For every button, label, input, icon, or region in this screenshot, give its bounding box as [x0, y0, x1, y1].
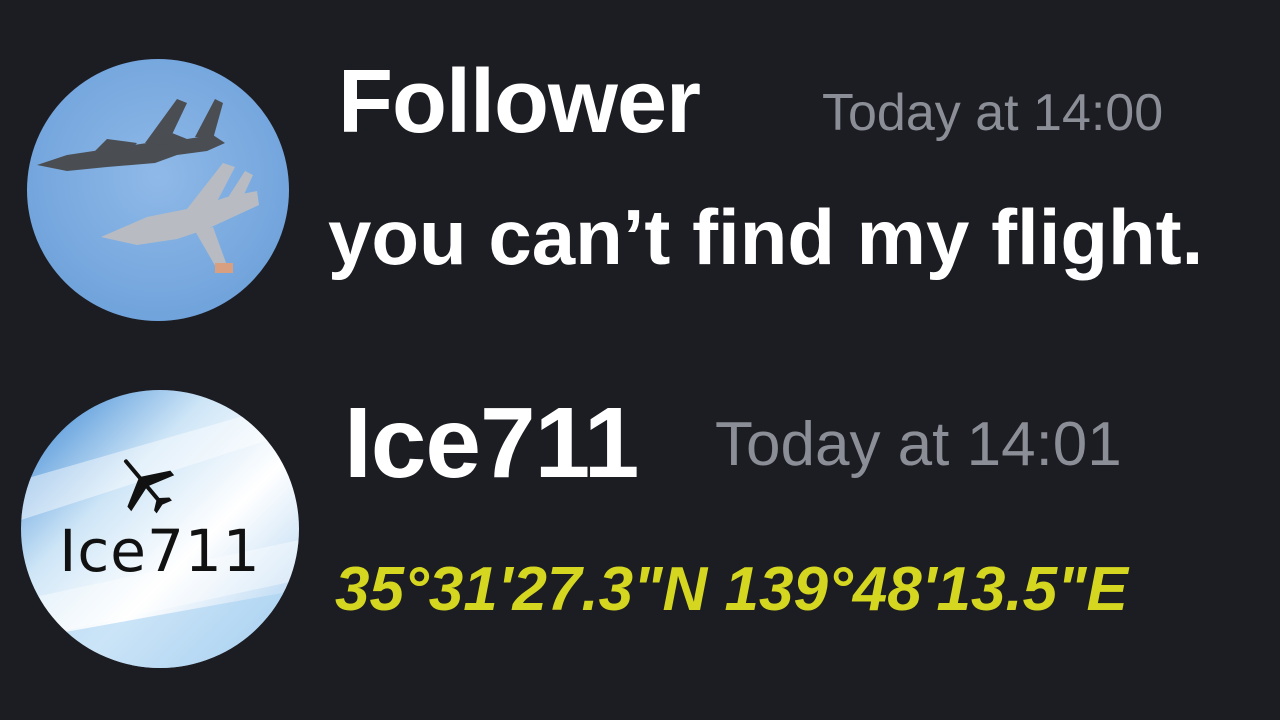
chat-message: Follower Today at 14:00 you can’t find m… [0, 0, 1280, 340]
message-author[interactable]: Ice711 [344, 388, 639, 498]
airplane-icon [123, 459, 175, 514]
message-timestamp: Today at 14:00 [822, 84, 1164, 142]
fighter-jets-photo [27, 59, 289, 321]
avatar-label: Ice711 [59, 517, 261, 585]
chat-message: Ice711 Ice711 Today at 14:01 35°31'27.3"… [0, 380, 1280, 720]
user-avatar-follower[interactable] [27, 59, 289, 321]
user-avatar-ice711[interactable]: Ice711 [21, 390, 299, 668]
chat-message-list: Follower Today at 14:00 you can’t find m… [0, 0, 1280, 720]
message-author[interactable]: Follower [338, 52, 701, 152]
message-timestamp: Today at 14:01 [715, 410, 1122, 479]
coordinates-text: 35°31'27.3"N 139°48'13.5"E [335, 555, 1128, 624]
message-text: you can’t find my flight. [328, 193, 1204, 281]
